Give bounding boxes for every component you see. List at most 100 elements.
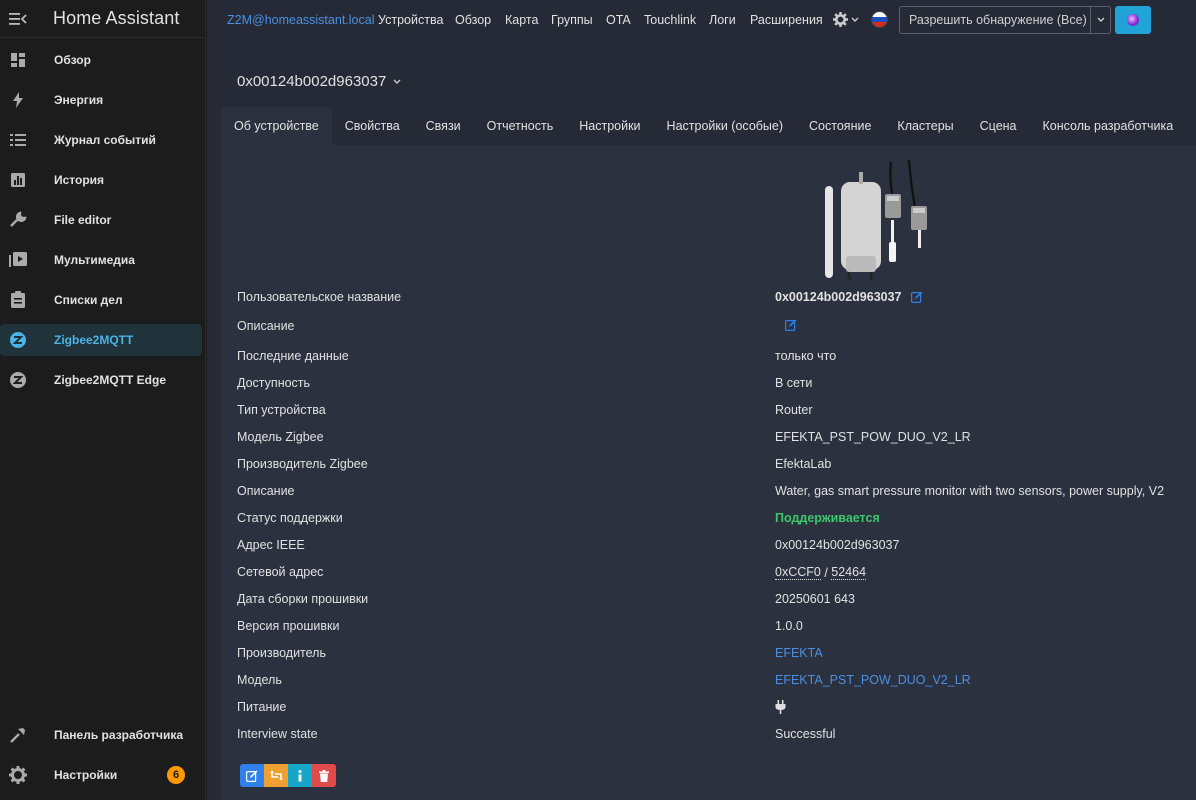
info-value: Water, gas smart pressure monitor with t… bbox=[775, 484, 1165, 498]
tab-about[interactable]: Об устройстве bbox=[221, 107, 332, 145]
permit-join-select[interactable]: Разрешить обнаружение (Все) bbox=[899, 6, 1111, 34]
retweet-icon bbox=[269, 770, 283, 781]
tab-scene[interactable]: Сцена bbox=[967, 107, 1030, 145]
notification-badge: 6 bbox=[167, 766, 185, 784]
device-title-dropdown[interactable]: 0x00124b002d963037 bbox=[237, 73, 401, 90]
info-value: только что bbox=[775, 349, 837, 363]
device-title: 0x00124b002d963037 bbox=[237, 73, 387, 90]
edit-description-icon[interactable] bbox=[785, 319, 797, 331]
device-info-panel: Пользовательское название 0x00124b002d96… bbox=[221, 145, 1196, 800]
permit-join-dropdown-toggle[interactable] bbox=[1090, 7, 1110, 33]
sidebar-item-todo[interactable]: Списки дел bbox=[0, 284, 202, 316]
nav-touchlink[interactable]: Touchlink bbox=[644, 13, 696, 27]
network-address-hex: 0xCCF0 bbox=[775, 565, 821, 580]
info-row-network-address: Сетевой адрес 0xCCF0 / 52464 bbox=[237, 563, 1187, 583]
main-content: Z2M@homeassistant.local Устройства Обзор… bbox=[207, 0, 1196, 800]
sidebar-item-overview[interactable]: Обзор bbox=[0, 44, 202, 76]
info-row-power-source: Питание bbox=[237, 698, 1187, 718]
sidebar-item-zigbee2mqtt[interactable]: Zigbee2MQTT bbox=[0, 324, 202, 356]
info-value: 20250601 643 bbox=[775, 592, 855, 606]
tab-dev-console[interactable]: Консоль разработчика bbox=[1030, 107, 1187, 145]
info-value: EfektaLab bbox=[775, 457, 832, 471]
info-row-model: Модель EFEKTA_PST_POW_DUO_V2_LR bbox=[237, 671, 1187, 691]
chevron-down-icon bbox=[1097, 17, 1104, 22]
host-link[interactable]: Z2M@homeassistant.local bbox=[227, 13, 374, 27]
sidebar-item-label: Энергия bbox=[54, 93, 104, 107]
info-row-last-seen: Последние данные только что bbox=[237, 347, 1187, 367]
device-actions bbox=[240, 764, 336, 787]
tab-clusters[interactable]: Кластеры bbox=[884, 107, 966, 145]
info-key: Описание bbox=[237, 484, 295, 498]
sidebar-item-energy[interactable]: Энергия bbox=[0, 84, 202, 116]
nav-logs[interactable]: Логи bbox=[709, 13, 736, 27]
info-key: Питание bbox=[237, 700, 287, 714]
wrench-icon bbox=[8, 210, 28, 230]
info-row-firmware-version: Версия прошивки 1.0.0 bbox=[237, 617, 1187, 637]
info-row-manufacturer: Производитель EFEKTA bbox=[237, 644, 1187, 664]
sidebar-item-settings[interactable]: Настройки 6 bbox=[0, 759, 202, 791]
sidebar-item-media[interactable]: Мультимедиа bbox=[0, 244, 202, 276]
tab-reporting[interactable]: Отчетность bbox=[474, 107, 567, 145]
nav-overview[interactable]: Обзор bbox=[455, 13, 491, 27]
settings-dropdown[interactable] bbox=[833, 12, 859, 27]
info-key: Сетевой адрес bbox=[237, 565, 324, 579]
info-row-friendly-name: Пользовательское название 0x00124b002d96… bbox=[237, 288, 1187, 308]
manufacturer-link[interactable]: EFEKTA bbox=[775, 646, 823, 660]
tab-settings[interactable]: Настройки bbox=[566, 107, 653, 145]
edit-name-icon[interactable] bbox=[910, 291, 923, 303]
sidebar-header: Home Assistant bbox=[0, 0, 205, 38]
info-row-device-type: Тип устройства Router bbox=[237, 401, 1187, 421]
tab-exposes[interactable]: Свойства bbox=[332, 107, 413, 145]
clipboard-icon bbox=[8, 290, 28, 310]
tab-state[interactable]: Состояние bbox=[796, 107, 884, 145]
info-key: Адрес IEEE bbox=[237, 538, 305, 552]
sidebar-item-label: Списки дел bbox=[54, 293, 123, 307]
sidebar-item-label: Zigbee2MQTT Edge bbox=[54, 373, 167, 387]
model-link[interactable]: EFEKTA_PST_POW_DUO_V2_LR bbox=[775, 673, 971, 687]
reconfigure-button[interactable] bbox=[264, 764, 288, 787]
plug-icon bbox=[775, 700, 786, 714]
sidebar-item-label: История bbox=[54, 173, 105, 187]
info-value bbox=[785, 319, 797, 331]
permit-join-label: Разрешить обнаружение (Все) bbox=[909, 13, 1087, 27]
menu-collapse-button[interactable] bbox=[0, 4, 36, 34]
info-value: 1.0.0 bbox=[775, 619, 803, 633]
interview-button[interactable] bbox=[288, 764, 312, 787]
list-icon bbox=[8, 130, 28, 150]
sidebar-item-label: Панель разработчика bbox=[54, 728, 184, 742]
nav-extensions[interactable]: Расширения bbox=[750, 13, 823, 27]
info-value: EFEKTA_PST_POW_DUO_V2_LR bbox=[775, 430, 971, 444]
sidebar-item-file-editor[interactable]: File editor bbox=[0, 204, 202, 236]
info-value: 0x00124b002d963037 bbox=[775, 290, 923, 304]
nav-ota[interactable]: OTA bbox=[606, 13, 631, 27]
gear-icon bbox=[8, 765, 28, 785]
permit-join-button[interactable] bbox=[1115, 6, 1151, 34]
trash-icon bbox=[319, 769, 329, 782]
sidebar-item-history[interactable]: История bbox=[0, 164, 202, 196]
remove-button[interactable] bbox=[312, 764, 336, 787]
info-row-firmware-date: Дата сборки прошивки 20250601 643 bbox=[237, 590, 1187, 610]
tab-bind[interactable]: Связи bbox=[413, 107, 474, 145]
hammer-icon bbox=[8, 725, 28, 745]
sidebar-item-logbook[interactable]: Журнал событий bbox=[0, 124, 202, 156]
edit-icon bbox=[246, 770, 258, 782]
nav-devices[interactable]: Устройства bbox=[378, 13, 443, 27]
tab-settings-specific[interactable]: Настройки (особые) bbox=[654, 107, 796, 145]
friendly-name-value: 0x00124b002d963037 bbox=[775, 290, 902, 304]
network-address-separator: / bbox=[820, 565, 832, 580]
info-row-ieee-address: Адрес IEEE 0x00124b002d963037 bbox=[237, 536, 1187, 556]
language-flag-icon[interactable] bbox=[871, 11, 888, 28]
sidebar-item-zigbee2mqtt-edge[interactable]: Zigbee2MQTT Edge bbox=[0, 364, 202, 396]
menu-collapse-icon bbox=[9, 12, 27, 25]
nav-map[interactable]: Карта bbox=[505, 13, 538, 27]
zigbee-icon bbox=[8, 370, 28, 390]
info-row-zigbee-manufacturer: Производитель Zigbee EfektaLab bbox=[237, 455, 1187, 475]
rename-button[interactable] bbox=[240, 764, 264, 787]
info-value: В сети bbox=[775, 376, 813, 390]
info-value: Router bbox=[775, 403, 813, 417]
info-key: Описание bbox=[237, 319, 295, 333]
sidebar-item-developer-tools[interactable]: Панель разработчика bbox=[0, 719, 202, 751]
lightning-icon bbox=[8, 90, 28, 110]
info-key: Доступность bbox=[237, 376, 311, 390]
nav-groups[interactable]: Группы bbox=[551, 13, 593, 27]
